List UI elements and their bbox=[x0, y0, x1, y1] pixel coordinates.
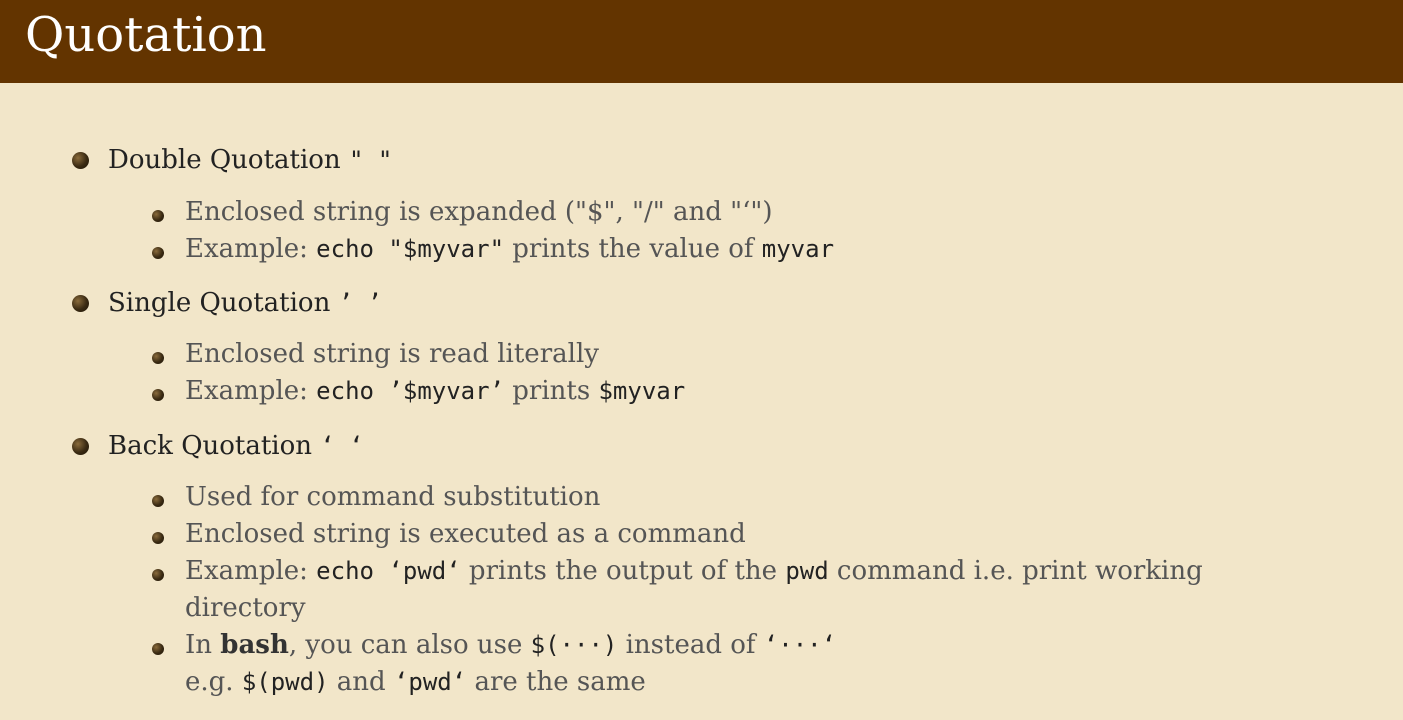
list-item-back-example-continuation: directory bbox=[185, 592, 306, 624]
bullet-icon bbox=[72, 438, 89, 455]
text-fragment: Example: bbox=[185, 556, 317, 586]
section-heading-double: Double Quotation " " bbox=[108, 144, 392, 176]
bullet-icon bbox=[152, 643, 164, 655]
text-fragment: instead of bbox=[617, 630, 764, 660]
section-symbol: ’ ’ bbox=[338, 289, 382, 317]
code-snippet: $(···) bbox=[530, 631, 618, 659]
code-snippet: pwd bbox=[785, 557, 829, 585]
text-fragment: Enclosed string is executed as a command bbox=[185, 519, 746, 549]
text-fragment: are the same bbox=[466, 667, 646, 697]
list-item-double-expanded: Enclosed string is expanded ("$", "/" an… bbox=[185, 196, 772, 228]
text-fragment: prints the value of bbox=[504, 234, 762, 264]
bullet-icon bbox=[152, 389, 164, 401]
text-fragment: Used for command substitution bbox=[185, 482, 601, 512]
text-fragment: e.g. bbox=[185, 667, 242, 697]
slide-title: Quotation bbox=[25, 7, 267, 63]
code-snippet: $(pwd) bbox=[241, 668, 329, 696]
section-symbol: ‘ ‘ bbox=[320, 432, 364, 460]
bullet-icon bbox=[72, 295, 89, 312]
text-fragment: and bbox=[664, 197, 731, 227]
section-label: Double Quotation bbox=[108, 145, 341, 175]
bullet-icon bbox=[152, 352, 164, 364]
text-fragment: command i.e. print working bbox=[828, 556, 1203, 586]
bullet-icon bbox=[152, 532, 164, 544]
section-heading-single: Single Quotation ’ ’ bbox=[108, 287, 382, 319]
list-item-single-literal: Enclosed string is read literally bbox=[185, 338, 599, 370]
list-item-back-bash: In bash, you can also use $(···) instead… bbox=[185, 629, 836, 661]
section-heading-back: Back Quotation ‘ ‘ bbox=[108, 430, 364, 462]
bullet-icon bbox=[152, 569, 164, 581]
quoted-token: "/" bbox=[632, 197, 665, 227]
code-snippet: myvar bbox=[761, 235, 835, 263]
quoted-token: "$" bbox=[575, 197, 616, 227]
list-item-back-example: Example: echo ‘pwd‘ prints the output of… bbox=[185, 555, 1203, 587]
bold-term: bash bbox=[220, 630, 289, 660]
text-fragment: Example: bbox=[185, 234, 317, 264]
list-item-double-example: Example: echo "$myvar" prints the value … bbox=[185, 233, 834, 265]
text-fragment: and bbox=[328, 667, 394, 697]
bullet-icon bbox=[152, 247, 164, 259]
title-bar: Quotation bbox=[0, 0, 1403, 83]
text-fragment: , you can also use bbox=[288, 630, 531, 660]
code-snippet: ‘pwd‘ bbox=[393, 668, 467, 696]
list-item-back-substitution: Used for command substitution bbox=[185, 481, 600, 513]
text-fragment: directory bbox=[185, 593, 306, 623]
section-label: Single Quotation bbox=[108, 288, 331, 318]
code-snippet: echo ‘pwd‘ bbox=[316, 557, 461, 585]
bullet-icon bbox=[152, 495, 164, 507]
text-fragment: Enclosed string is expanded ( bbox=[185, 197, 576, 227]
code-snippet: $myvar bbox=[598, 377, 686, 405]
code-snippet: ‘···‘ bbox=[763, 631, 837, 659]
text-fragment: Example: bbox=[185, 376, 317, 406]
section-label: Back Quotation bbox=[108, 431, 313, 461]
text-fragment: , bbox=[615, 197, 633, 227]
section-symbol: " " bbox=[348, 146, 393, 174]
bullet-icon bbox=[152, 210, 164, 222]
list-item-back-bash-example: e.g. $(pwd) and ‘pwd‘ are the same bbox=[185, 666, 646, 698]
text-fragment: prints bbox=[504, 376, 599, 406]
text-fragment: In bbox=[185, 630, 221, 660]
code-snippet: echo "$myvar" bbox=[316, 235, 505, 263]
code-snippet: echo ’$myvar’ bbox=[316, 377, 505, 405]
text-fragment: Enclosed string is read literally bbox=[185, 339, 599, 369]
text-fragment: prints the output of the bbox=[460, 556, 786, 586]
text-fragment: ) bbox=[762, 197, 773, 227]
bullet-icon bbox=[72, 152, 89, 169]
list-item-single-example: Example: echo ’$myvar’ prints $myvar bbox=[185, 375, 685, 407]
list-item-back-executed: Enclosed string is executed as a command bbox=[185, 518, 746, 550]
quoted-token: "‘" bbox=[730, 197, 763, 227]
